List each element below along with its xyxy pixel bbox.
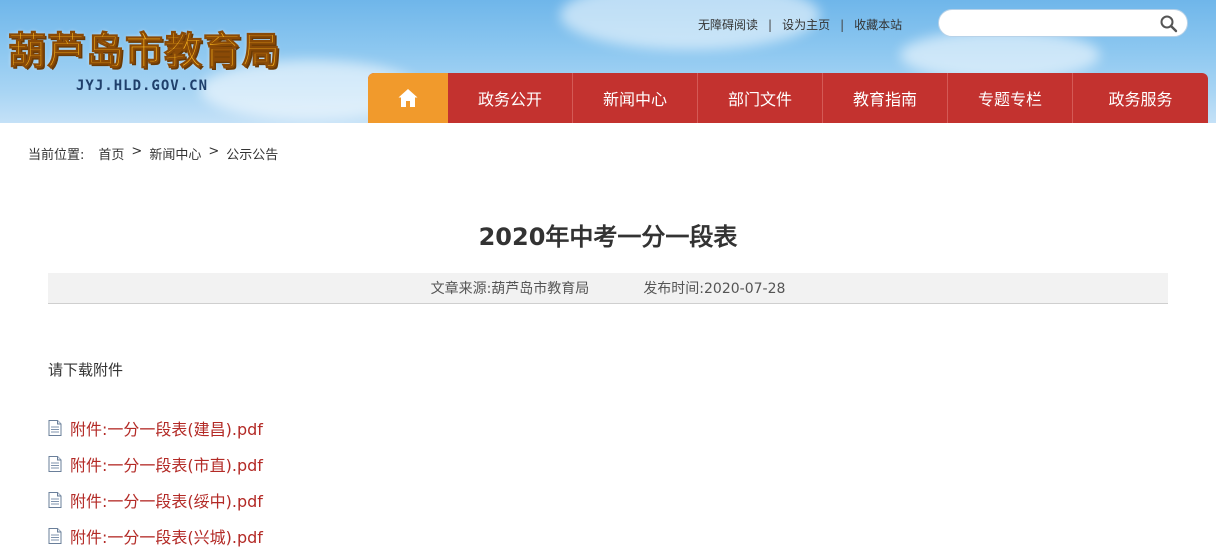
attachment-label[interactable]: 附件:一分一段表(建昌).pdf bbox=[70, 416, 263, 440]
nav-item-education-guide[interactable]: 教育指南 bbox=[823, 73, 948, 123]
attachment-link-jianchang[interactable]: 附件:一分一段表(建昌).pdf bbox=[48, 410, 263, 446]
site-header: 葫芦岛市教育局 JYJ.HLD.GOV.CN 无障碍阅读 | 设为主页 | 收藏… bbox=[0, 0, 1216, 123]
search-box bbox=[938, 9, 1188, 37]
nav-item-government-services[interactable]: 政务服务 bbox=[1073, 73, 1208, 123]
document-icon bbox=[48, 420, 62, 436]
top-links: 无障碍阅读 | 设为主页 | 收藏本站 bbox=[698, 16, 902, 33]
article-source: 文章来源:葫芦岛市教育局 bbox=[430, 281, 590, 297]
breadcrumb-news-center[interactable]: 新闻中心 bbox=[149, 144, 201, 163]
home-icon bbox=[398, 89, 418, 107]
attachment-list: 附件:一分一段表(建昌).pdf 附件:一分一段表(市直).pdf 附件:一分一… bbox=[48, 410, 263, 554]
breadcrumb-lead: 当前位置: bbox=[28, 148, 85, 163]
breadcrumb-separator: > bbox=[131, 144, 143, 159]
attachment-link-shizhi[interactable]: 附件:一分一段表(市直).pdf bbox=[48, 446, 263, 482]
attachment-label[interactable]: 附件:一分一段表(市直).pdf bbox=[70, 452, 263, 476]
nav-home-button[interactable] bbox=[368, 73, 448, 123]
search-input[interactable] bbox=[951, 14, 1156, 32]
set-homepage-link[interactable]: 设为主页 bbox=[782, 16, 830, 33]
article-title: 2020年中考一分一段表 bbox=[478, 223, 738, 251]
bookmark-link[interactable]: 收藏本站 bbox=[854, 16, 902, 33]
search-icon[interactable] bbox=[1159, 14, 1179, 34]
accessible-reading-link[interactable]: 无障碍阅读 bbox=[698, 16, 758, 33]
document-icon bbox=[48, 528, 62, 544]
breadcrumb: 当前位置: 首页 > 新闻中心 > 公示公告 bbox=[28, 144, 278, 163]
nav-item-news-center[interactable]: 新闻中心 bbox=[573, 73, 698, 123]
attachment-label[interactable]: 附件:一分一段表(绥中).pdf bbox=[70, 488, 263, 512]
document-icon bbox=[48, 456, 62, 472]
nav-item-special-topics[interactable]: 专题专栏 bbox=[948, 73, 1073, 123]
nav-item-government-affairs[interactable]: 政务公开 bbox=[448, 73, 573, 123]
breadcrumb-home[interactable]: 首页 bbox=[98, 144, 124, 163]
document-icon bbox=[48, 492, 62, 508]
site-logo[interactable]: 葫芦岛市教育局 bbox=[7, 20, 281, 75]
attachment-label[interactable]: 附件:一分一段表(兴城).pdf bbox=[70, 524, 263, 548]
divider: | bbox=[768, 17, 773, 32]
attachment-link-suizhong[interactable]: 附件:一分一段表(绥中).pdf bbox=[48, 482, 263, 518]
breadcrumb-announcements[interactable]: 公示公告 bbox=[226, 144, 278, 163]
divider: | bbox=[840, 17, 845, 32]
article-intro: 请下载附件 bbox=[48, 361, 124, 379]
breadcrumb-separator: > bbox=[208, 144, 220, 159]
main-nav: 政务公开 新闻中心 部门文件 教育指南 专题专栏 政务服务 bbox=[368, 73, 1208, 123]
article-date: 发布时间:2020-07-28 bbox=[643, 281, 786, 297]
article-meta: 文章来源:葫芦岛市教育局 发布时间:2020-07-28 bbox=[48, 273, 1168, 304]
attachment-link-xingcheng[interactable]: 附件:一分一段表(兴城).pdf bbox=[48, 518, 263, 554]
site-domain: JYJ.HLD.GOV.CN bbox=[76, 78, 209, 94]
nav-item-department-documents[interactable]: 部门文件 bbox=[698, 73, 823, 123]
main-content: 当前位置: 首页 > 新闻中心 > 公示公告 2020年中考一分一段表 文章来源… bbox=[8, 123, 1208, 555]
